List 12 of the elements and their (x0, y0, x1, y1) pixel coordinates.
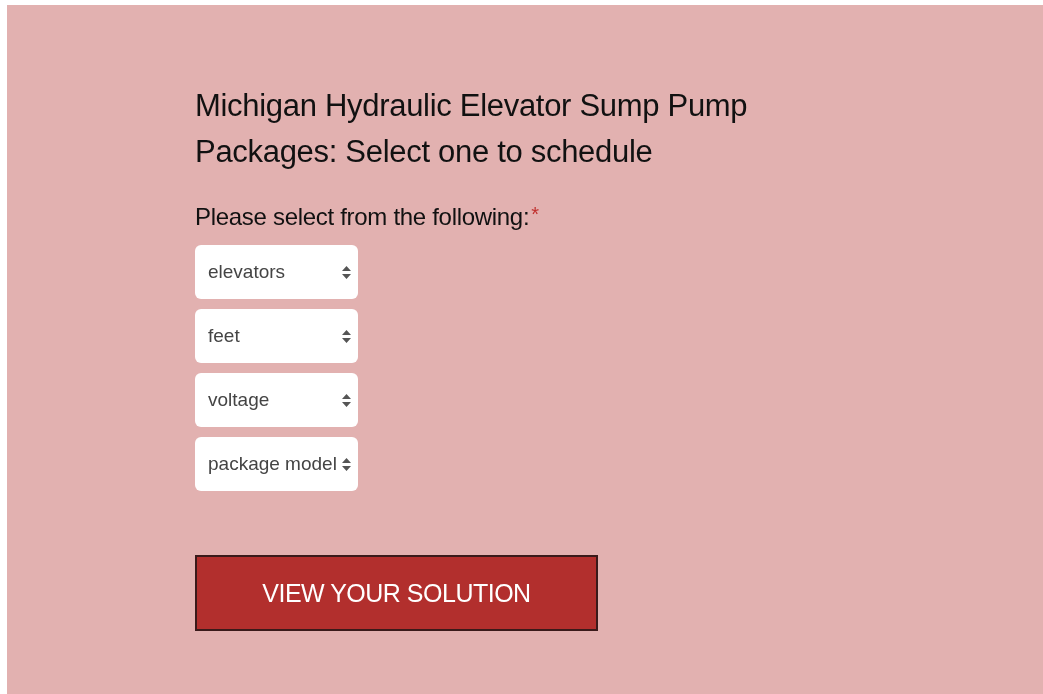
up-down-caret-icon (342, 265, 351, 279)
up-down-caret-icon (342, 457, 351, 471)
required-mark: * (531, 203, 539, 227)
dropdown-select[interactable]: package model (195, 437, 358, 491)
dropdown-select[interactable]: feet (195, 309, 358, 363)
dropdown-select[interactable]: elevators (195, 245, 358, 299)
form-title: Michigan Hydraulic Elevator Sump Pump Packages: Select one to schedule (195, 87, 749, 171)
field-label: Please select from the following: (195, 203, 530, 231)
submit-button[interactable]: VIEW YOUR SOLUTION (195, 555, 598, 631)
up-down-caret-icon (342, 329, 351, 343)
dropdown-select[interactable]: voltage (195, 373, 358, 427)
up-down-caret-icon (342, 393, 351, 407)
